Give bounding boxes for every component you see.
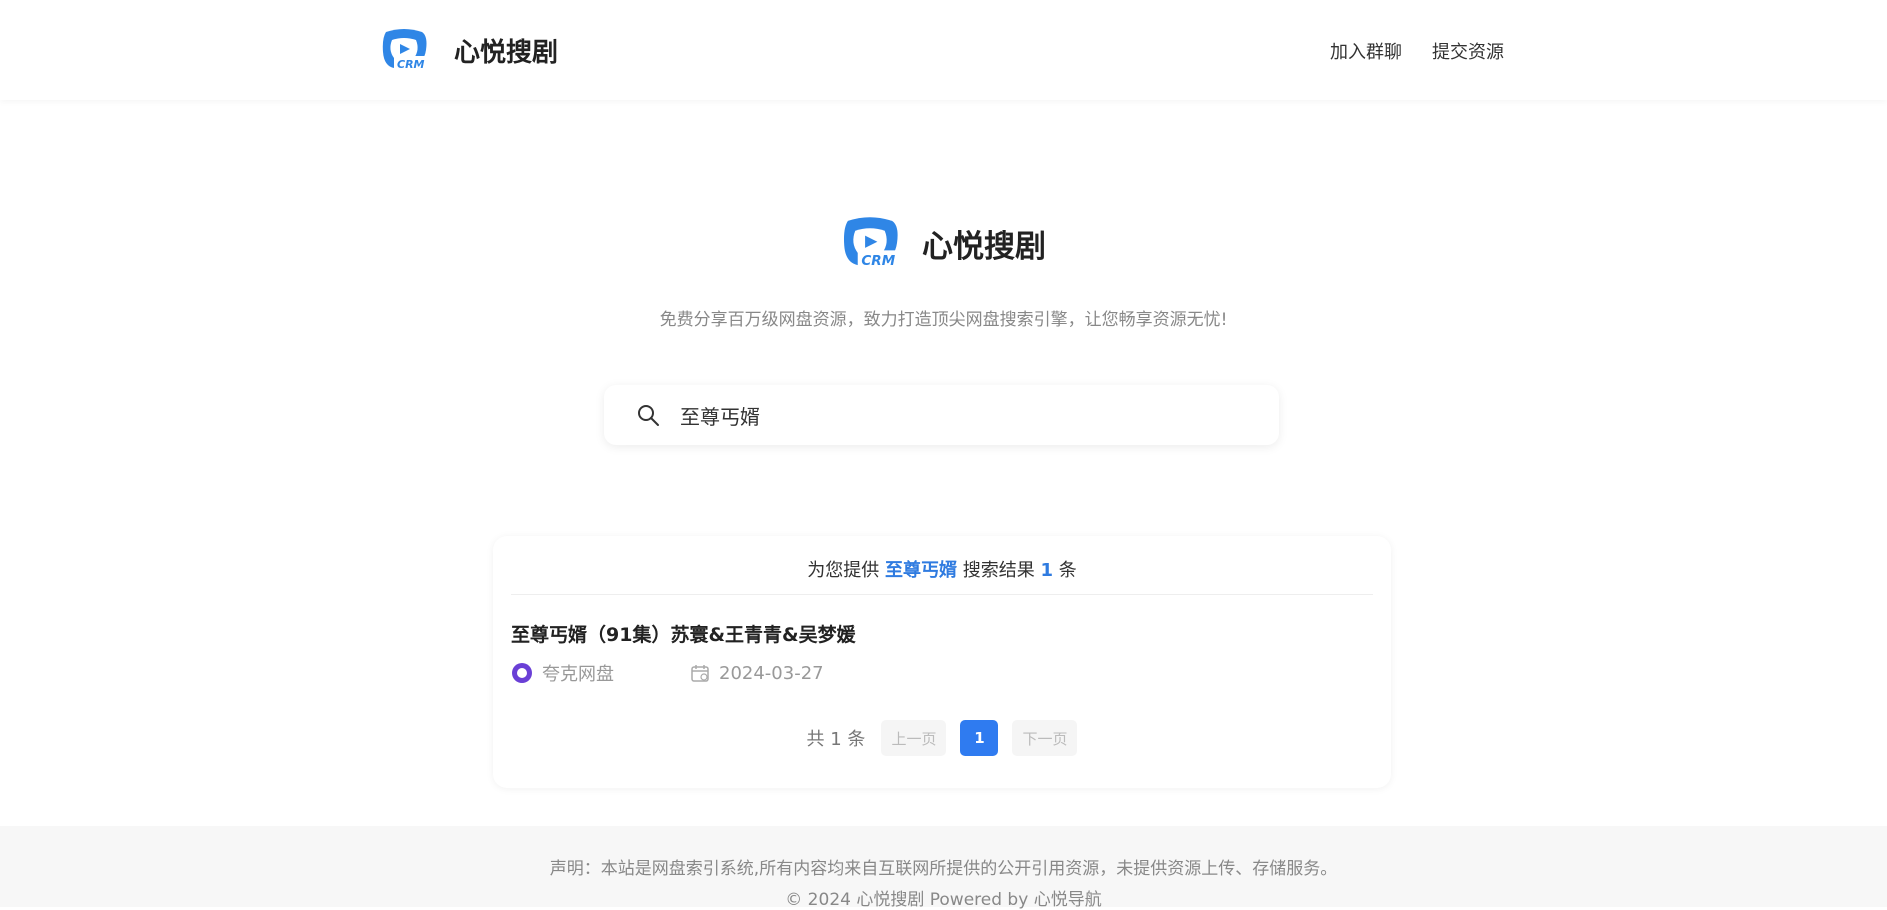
header-site-name: 心悦搜剧 bbox=[454, 37, 559, 68]
footer-copyright: © 2024 心悦搜剧 Powered by 心悦导航 bbox=[785, 890, 1102, 910]
header-logo-link[interactable]: CRM 心悦搜剧 bbox=[380, 28, 558, 72]
result-item-title[interactable]: 至尊丐婿（91集）苏寰&王青青&吴梦媛 bbox=[511, 620, 856, 647]
result-item-date: 2024-03-27 bbox=[719, 662, 824, 684]
svg-text:CRM: CRM bbox=[397, 58, 425, 71]
nav-submit-resource[interactable]: 提交资源 bbox=[1432, 38, 1504, 64]
prev-page-button[interactable]: 上一页 bbox=[881, 720, 947, 756]
result-card: 为您提供 至尊丐婿 搜索结果 1 条 至尊丐婿（91集）苏寰&王青青&吴梦媛 夸… bbox=[493, 536, 1391, 788]
pagination-total: 共 1 条 bbox=[806, 729, 866, 750]
pagination: 共 1 条 上一页 1 下一页 bbox=[493, 720, 1391, 756]
top-header: CRM 心悦搜剧 加入群聊 提交资源 bbox=[0, 0, 1887, 100]
footer-disclaimer: 声明：本站是网盘索引系统,所有内容均来自互联网所提供的公开引用资源，未提供资源上… bbox=[549, 859, 1338, 879]
top-nav: 加入群聊 提交资源 bbox=[1330, 38, 1504, 64]
footer: 声明：本站是网盘索引系统,所有内容均来自互联网所提供的公开引用资源，未提供资源上… bbox=[0, 826, 1887, 910]
logo-icon: CRM bbox=[380, 28, 428, 72]
result-suffix: 条 bbox=[1058, 560, 1077, 581]
page-1-button[interactable]: 1 bbox=[960, 720, 999, 756]
result-keyword: 至尊丐婿 bbox=[885, 560, 957, 581]
nav-join-group[interactable]: 加入群聊 bbox=[1330, 38, 1402, 64]
result-middle: 搜索结果 bbox=[962, 560, 1035, 581]
logo-icon: CRM bbox=[840, 216, 900, 270]
result-prefix: 为您提供 bbox=[807, 560, 880, 581]
search-input[interactable] bbox=[678, 402, 1242, 428]
slogan: 免费分享百万级网盘资源，致力打造顶尖网盘搜索引擎，让您畅享资源无忧! bbox=[659, 310, 1228, 330]
search-icon[interactable] bbox=[636, 403, 660, 427]
hero-logo: CRM 心悦搜剧 bbox=[840, 216, 1046, 270]
next-page-button[interactable]: 下一页 bbox=[1012, 720, 1078, 756]
svg-text:CRM: CRM bbox=[861, 253, 895, 269]
search-box bbox=[604, 385, 1279, 445]
calendar-icon bbox=[690, 663, 710, 683]
result-count: 1 bbox=[1040, 560, 1053, 581]
result-summary: 为您提供 至尊丐婿 搜索结果 1 条 bbox=[511, 556, 1373, 595]
quark-disk-icon bbox=[511, 662, 533, 684]
result-item-disk: 夸克网盘 bbox=[542, 664, 614, 685]
result-item-meta: 夸克网盘 2024-03-27 bbox=[511, 660, 824, 686]
hero-site-name: 心悦搜剧 bbox=[922, 228, 1046, 265]
